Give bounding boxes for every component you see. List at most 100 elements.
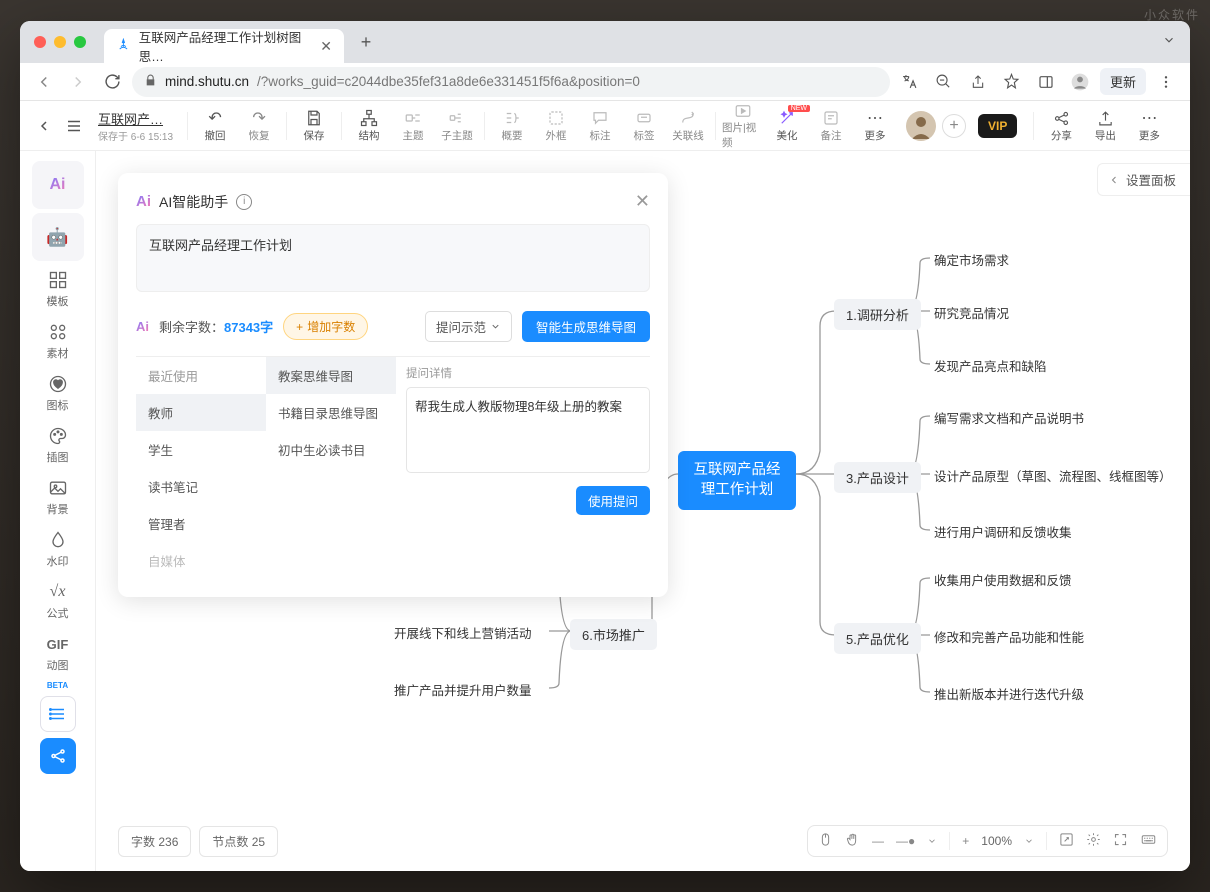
keyboard-icon[interactable] [1140,832,1157,850]
note-button[interactable]: 标注 [579,105,621,147]
minimize-window[interactable] [54,36,66,48]
chevron-down-icon[interactable] [1024,836,1034,846]
add-member-button[interactable]: + [942,114,966,138]
mindmap-root[interactable]: 互联网产品经理工作计划 [678,451,796,510]
forward-button[interactable] [64,68,92,96]
bookmark-icon[interactable] [998,68,1026,96]
profile-icon[interactable] [1066,68,1094,96]
rail-outline-button[interactable] [40,696,76,732]
rail-illus[interactable]: 插图 [32,421,84,469]
share-button[interactable]: 分享 [1040,105,1082,147]
new-tab-button[interactable]: + [352,28,380,56]
summary-button[interactable]: 概要 [491,105,533,147]
url-box[interactable]: mind.shutu.cn/?works_guid=c2044dbe35fef3… [132,67,890,97]
app-back-button[interactable] [30,108,58,144]
remark-button[interactable]: 备注 [810,105,852,147]
rail-bg[interactable]: 背景 [32,473,84,521]
role-item[interactable]: 学生 [136,431,266,468]
back-button[interactable] [30,68,58,96]
media-button[interactable]: 图片|视频 [722,105,764,147]
rail-ai[interactable]: Ai [32,161,84,209]
settings-panel-tab[interactable]: 设置面板 [1097,163,1190,196]
rail-template[interactable]: 模板 [32,265,84,313]
fullscreen-icon[interactable] [1113,832,1128,850]
share-icon[interactable] [964,68,992,96]
mindmap-branch[interactable]: 6.市场推广 [570,619,657,650]
canvas[interactable]: 设置面板 [96,151,1190,871]
fit-icon[interactable] [1059,832,1074,850]
role-item[interactable]: 自媒体 [136,542,266,579]
template-item[interactable]: 书籍目录思维导图 [266,394,396,431]
mindmap-leaf[interactable]: 进行用户调研和反馈收集 [934,522,1072,541]
role-item[interactable]: 教师 [136,394,266,431]
export-button[interactable]: 导出 [1084,105,1126,147]
mindmap-leaf[interactable]: 编写需求文档和产品说明书 [934,408,1084,427]
update-button[interactable]: 更新 [1100,68,1146,95]
tab-list-icon[interactable] [1162,33,1176,52]
use-prompt-button[interactable]: 使用提问 [576,486,650,515]
maximize-window[interactable] [74,36,86,48]
avatar[interactable] [906,111,936,141]
ai-prompt-input[interactable] [136,224,650,292]
demo-dropdown[interactable]: 提问示范 [425,311,512,342]
rail-watermark[interactable]: 水印 [32,525,84,573]
tag-button[interactable]: 标签 [623,105,665,147]
sidepanel-icon[interactable] [1032,68,1060,96]
mindmap-leaf[interactable]: 确定市场需求 [934,250,1009,269]
close-icon[interactable]: ✕ [635,191,650,212]
topic-button[interactable]: 主题 [392,105,434,147]
more-button[interactable]: ⋯更多 [1128,105,1170,147]
mindmap-leaf[interactable]: 开展线下和线上营销活动 [394,623,532,642]
connector-icon[interactable]: —● [896,834,915,848]
mindmap-leaf[interactable]: 修改和完善产品功能和性能 [934,627,1084,646]
rail-icon[interactable]: 图标 [32,369,84,417]
beautify-button[interactable]: NEW美化 [766,105,808,147]
rail-material[interactable]: 素材 [32,317,84,365]
more-tools-button[interactable]: ⋯更多 [854,105,896,147]
mindmap-branch[interactable]: 5.产品优化 [834,623,921,654]
rail-formula[interactable]: √x公式 [32,577,84,625]
zoom-minus-icon[interactable]: — [872,834,884,848]
mindmap-leaf[interactable]: 收集用户使用数据和反馈 [934,570,1072,589]
reload-button[interactable] [98,68,126,96]
save-button[interactable]: 保存 [293,105,335,147]
browser-tab[interactable]: 互联网产品经理工作计划树图思… ✕ [104,29,344,63]
translate-icon[interactable] [896,68,924,96]
mindmap-leaf[interactable]: 推出新版本并进行迭代升级 [934,684,1084,703]
mindmap-leaf[interactable]: 研究竞品情况 [934,303,1009,322]
add-chars-button[interactable]: +增加字数 [283,313,368,340]
boundary-button[interactable]: 外框 [535,105,577,147]
chevron-down-icon[interactable] [927,836,937,846]
mindmap-leaf[interactable]: 设计产品原型（草图、流程图、线框图等） [934,466,1172,485]
hamburger-icon[interactable] [60,108,88,144]
mouse-icon[interactable] [818,832,833,850]
rail-share-button[interactable] [40,738,76,774]
mindmap-leaf[interactable]: 发现产品亮点和缺陷 [934,356,1047,375]
relate-button[interactable]: 关联线 [667,105,709,147]
template-item[interactable]: 教案思维导图 [266,357,396,394]
subtopic-button[interactable]: 子主题 [436,105,478,147]
menu-icon[interactable] [1152,68,1180,96]
info-icon[interactable]: i [236,194,252,210]
tab-close-icon[interactable]: ✕ [320,38,332,55]
zoom-plus-icon[interactable]: + [962,834,969,848]
hand-icon[interactable] [845,832,860,850]
redo-button[interactable]: ↷恢复 [238,105,280,147]
role-item[interactable]: 读书笔记 [136,468,266,505]
rail-gif[interactable]: GIF动图 [32,629,84,677]
zoom-out-icon[interactable] [930,68,958,96]
role-item[interactable]: 管理者 [136,505,266,542]
vip-badge[interactable]: VIP [978,114,1017,138]
mindmap-branch[interactable]: 1.调研分析 [834,299,921,330]
settings-icon[interactable] [1086,832,1101,850]
close-window[interactable] [34,36,46,48]
undo-button[interactable]: ↶撤回 [194,105,236,147]
rail-robot[interactable]: 🤖 [32,213,84,261]
mindmap-branch[interactable]: 3.产品设计 [834,462,921,493]
structure-button[interactable]: 结构 [348,105,390,147]
mindmap-leaf[interactable]: 推广产品并提升用户数量 [394,680,532,699]
doc-title[interactable]: 互联网产… [98,109,173,128]
template-item[interactable]: 初中生必读书目 [266,431,396,468]
detail-input[interactable] [406,387,650,473]
generate-button[interactable]: 智能生成思维导图 [522,311,650,342]
